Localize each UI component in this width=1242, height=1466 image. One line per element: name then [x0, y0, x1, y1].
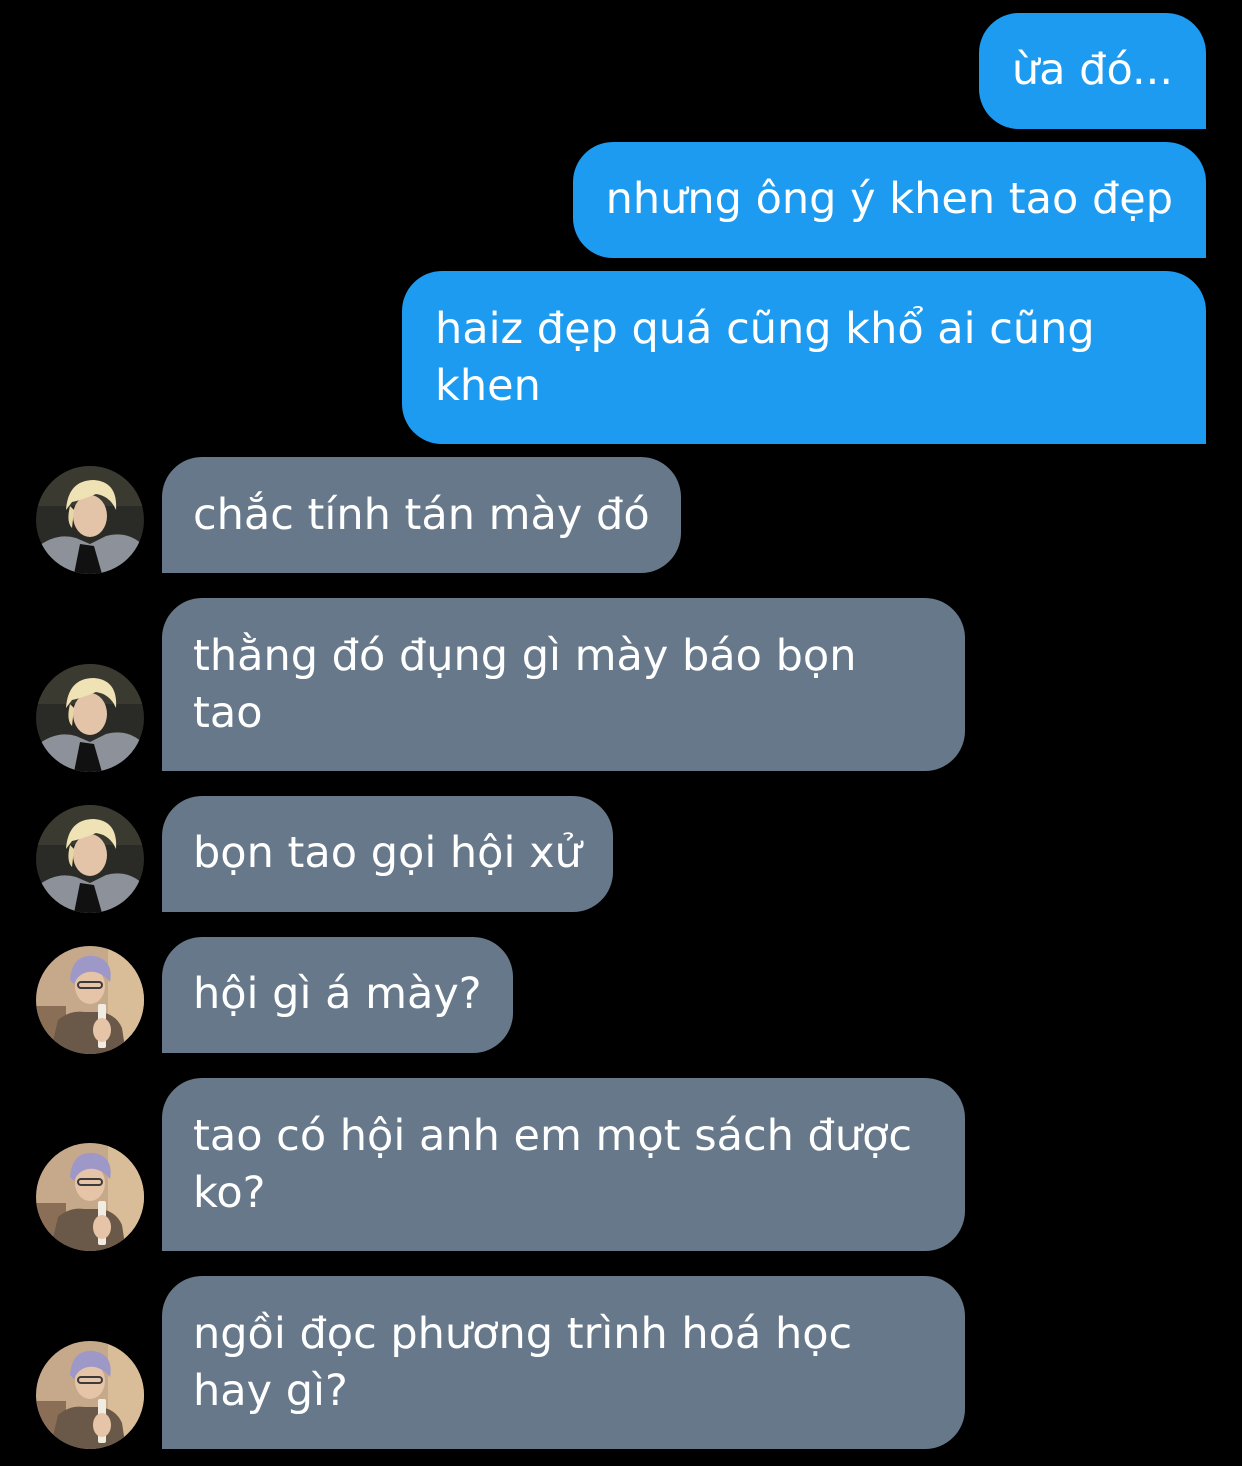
blond-avatar[interactable] — [36, 466, 144, 574]
message-bubble-sent[interactable]: haiz đẹp quá cũng khổ ai cũng khen — [402, 271, 1206, 444]
message-bubble-sent[interactable]: nhưng ông ý khen tao đẹp — [572, 142, 1206, 258]
message-bubble-received[interactable]: thằng đó đụng gì mày báo bọn tao — [162, 598, 965, 771]
lilac-hair-avatar[interactable] — [36, 946, 144, 1054]
message-bubble-sent[interactable]: ừa đó... — [978, 13, 1206, 129]
message-bubble-received[interactable]: tao có hội anh em mọt sách được ko? — [162, 1078, 965, 1251]
blond-avatar[interactable] — [36, 805, 144, 913]
message-bubble-received[interactable]: chắc tính tán mày đó — [162, 457, 681, 573]
message-bubble-received[interactable]: bọn tao gọi hội xử — [162, 796, 613, 912]
lilac-hair-avatar[interactable] — [36, 1341, 144, 1449]
lilac-hair-avatar[interactable] — [36, 1143, 144, 1251]
message-bubble-received[interactable]: ngồi đọc phương trình hoá học hay gì? — [162, 1276, 965, 1449]
message-bubble-received[interactable]: hội gì á mày? — [162, 937, 513, 1053]
blond-avatar[interactable] — [36, 664, 144, 772]
